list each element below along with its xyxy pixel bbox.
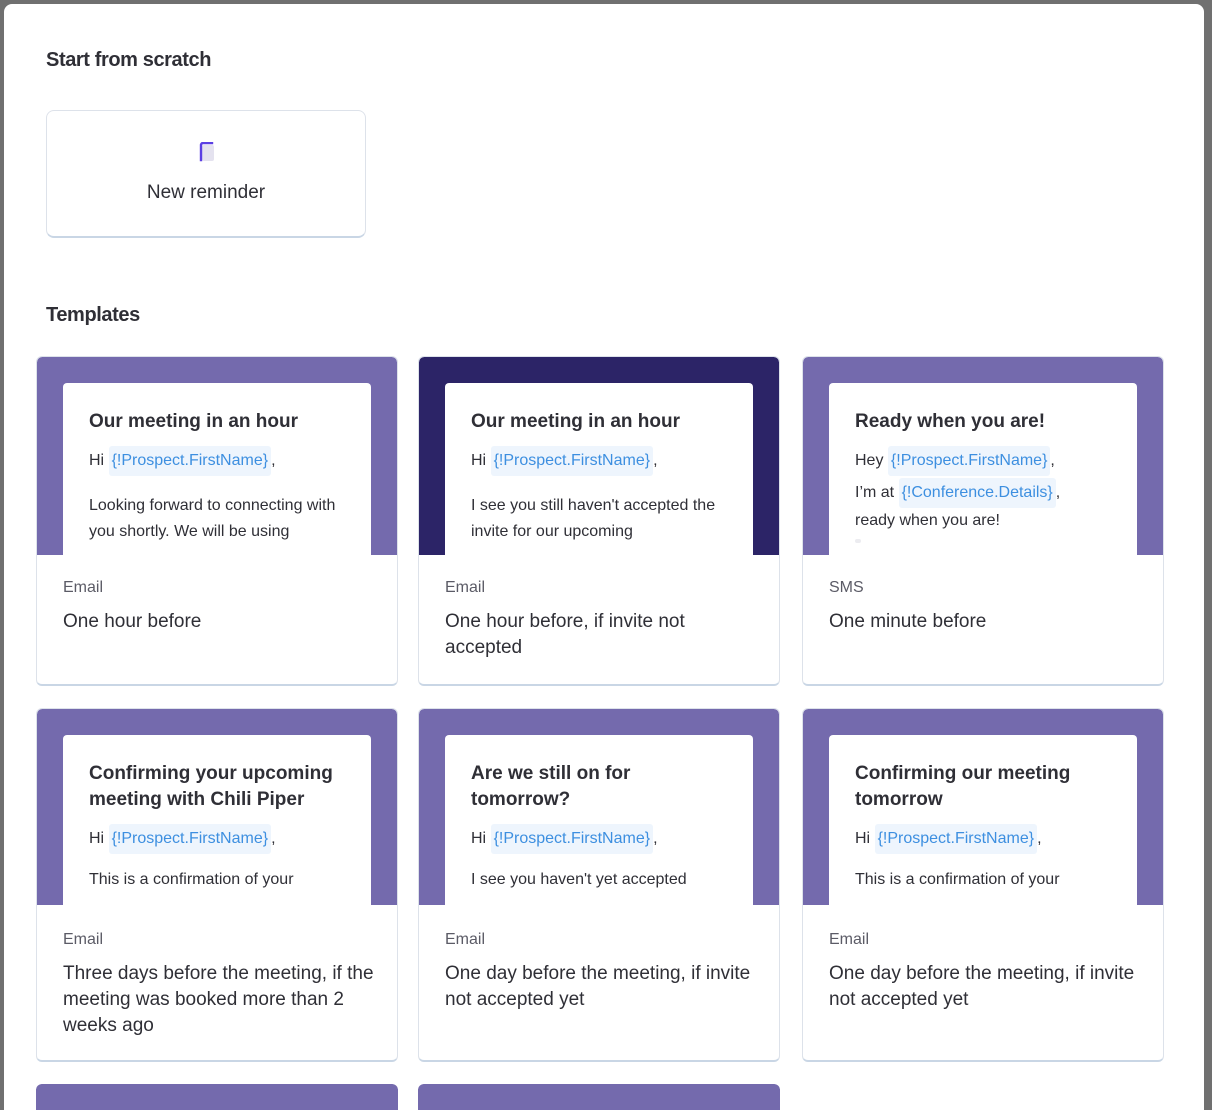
greeting-prefix: Hi [471,452,491,469]
sms-preview-sheet: Ready when you are! Hey {!Prospect.First… [829,383,1137,555]
channel-label: Email [63,579,104,596]
greeting-suffix: , [653,452,658,469]
template-card[interactable]: Confirming our meeting tomorrow Hi {!Pro… [802,708,1164,1062]
greeting-line: Hi {!Prospect.FirstName}, [89,823,345,855]
variable-token: {!Conference.Details} [898,478,1056,508]
template-card[interactable]: Confirming your upcoming meeting with Ch… [36,708,398,1062]
location-line: I’m at {!Conference.Details}, [855,477,1111,509]
greeting-line: Hi {!Prospect.FirstName}, [471,445,727,477]
greeting-prefix: Hi [855,830,875,847]
variable-token: {!Prospect.FirstName} [108,446,272,476]
greeting-suffix: , [271,830,276,847]
greeting-line: Hi {!Prospect.FirstName}, [89,445,345,477]
template-subject: Our meeting in an hour [89,411,299,432]
template-info: SMS One minute before [829,579,1143,635]
template-subject: Are we still on for tomorrow? [471,763,631,810]
variable-token: {!Prospect.FirstName} [490,824,654,854]
channel-label: Email [63,931,104,948]
variable-token: {!Prospect.FirstName} [874,824,1038,854]
channel-label: Email [829,931,870,948]
template-preview: Our meeting in an hour Hi {!Prospect.Fir… [419,357,779,555]
email-preview-sheet: Our meeting in an hour Hi {!Prospect.Fir… [445,383,753,555]
templates-heading: Templates [46,304,140,326]
greeting-line: Hi {!Prospect.FirstName}, [471,823,727,855]
location-suffix: , [1055,484,1061,501]
template-info: Email One day before the meeting, if inv… [829,931,1143,1013]
template-description: One hour before, if invite not accepted [445,611,685,658]
new-reminder-button[interactable]: New reminder [46,110,366,238]
template-description: One minute before [829,611,987,632]
greeting-prefix: Hi [89,452,109,469]
template-card[interactable] [418,1084,780,1110]
email-preview-sheet: Are we still on for tomorrow? Hi {!Prosp… [445,735,753,905]
template-description: One day before the meeting, if invite no… [445,963,751,1010]
email-preview-sheet: Our meeting in an hour Hi {!Prospect.Fir… [63,383,371,555]
template-subject: Confirming your upcoming meeting with Ch… [89,763,333,810]
template-preview: Ready when you are! Hey {!Prospect.First… [803,357,1163,555]
template-card[interactable]: Our meeting in an hour Hi {!Prospect.Fir… [36,356,398,686]
document-icon [199,142,214,162]
template-subject: Confirming our meeting tomorrow [855,763,1071,810]
channel-label: SMS [829,579,864,596]
greeting-prefix: Hi [89,830,109,847]
start-from-scratch-heading: Start from scratch [46,49,212,71]
reminder-picker-window: Start from scratch New reminder Template… [4,4,1204,1110]
message-line: ready when you are! [855,512,1000,529]
template-body: This is a confirmation of your [855,871,1060,888]
template-description: Three days before the meeting, if the me… [63,963,374,1036]
template-preview: Confirming your upcoming meeting with Ch… [37,709,397,905]
template-body: I see you still haven't accepted the inv… [471,497,716,540]
template-body: Looking forward to connecting with you s… [89,497,336,540]
template-card[interactable]: Are we still on for tomorrow? Hi {!Prosp… [418,708,780,1062]
template-subject: Ready when you are! [855,411,1046,432]
template-info: Email Three days before the meeting, if … [63,931,377,1039]
greeting-suffix: , [271,452,276,469]
template-description: One hour before [63,611,202,632]
template-body: This is a confirmation of your [89,871,294,888]
variable-token: {!Prospect.FirstName} [887,446,1051,476]
new-reminder-label: New reminder [146,182,266,203]
template-card[interactable]: Ready when you are! Hey {!Prospect.First… [802,356,1164,686]
template-card[interactable] [36,1084,398,1110]
greeting-line: Hi {!Prospect.FirstName}, [855,823,1111,855]
template-preview: Our meeting in an hour Hi {!Prospect.Fir… [37,357,397,555]
template-preview: Are we still on for tomorrow? Hi {!Prosp… [419,709,779,905]
greeting-suffix: , [1037,830,1042,847]
greeting-line: Hey {!Prospect.FirstName}, [855,445,1111,477]
greeting-suffix: , [1050,452,1055,469]
channel-label: Email [445,579,486,596]
template-body: I see you haven't yet accepted [471,871,687,888]
template-info: Email One hour before [63,579,377,635]
greeting-prefix: Hi [471,830,491,847]
location-prefix: I’m at [855,484,899,501]
template-description: One day before the meeting, if invite no… [829,963,1135,1010]
typing-indicator [855,539,861,543]
variable-token: {!Prospect.FirstName} [108,824,272,854]
channel-label: Email [445,931,486,948]
template-preview [36,1084,398,1110]
email-preview-sheet: Confirming your upcoming meeting with Ch… [63,735,371,905]
template-preview: Confirming our meeting tomorrow Hi {!Pro… [803,709,1163,905]
variable-token: {!Prospect.FirstName} [490,446,654,476]
template-card[interactable]: Our meeting in an hour Hi {!Prospect.Fir… [418,356,780,686]
template-info: Email One hour before, if invite not acc… [445,579,759,661]
template-preview [418,1084,780,1110]
email-preview-sheet: Confirming our meeting tomorrow Hi {!Pro… [829,735,1137,905]
greeting-prefix: Hey [855,452,888,469]
template-info: Email One day before the meeting, if inv… [445,931,759,1013]
template-subject: Our meeting in an hour [471,411,681,432]
greeting-suffix: , [653,830,658,847]
